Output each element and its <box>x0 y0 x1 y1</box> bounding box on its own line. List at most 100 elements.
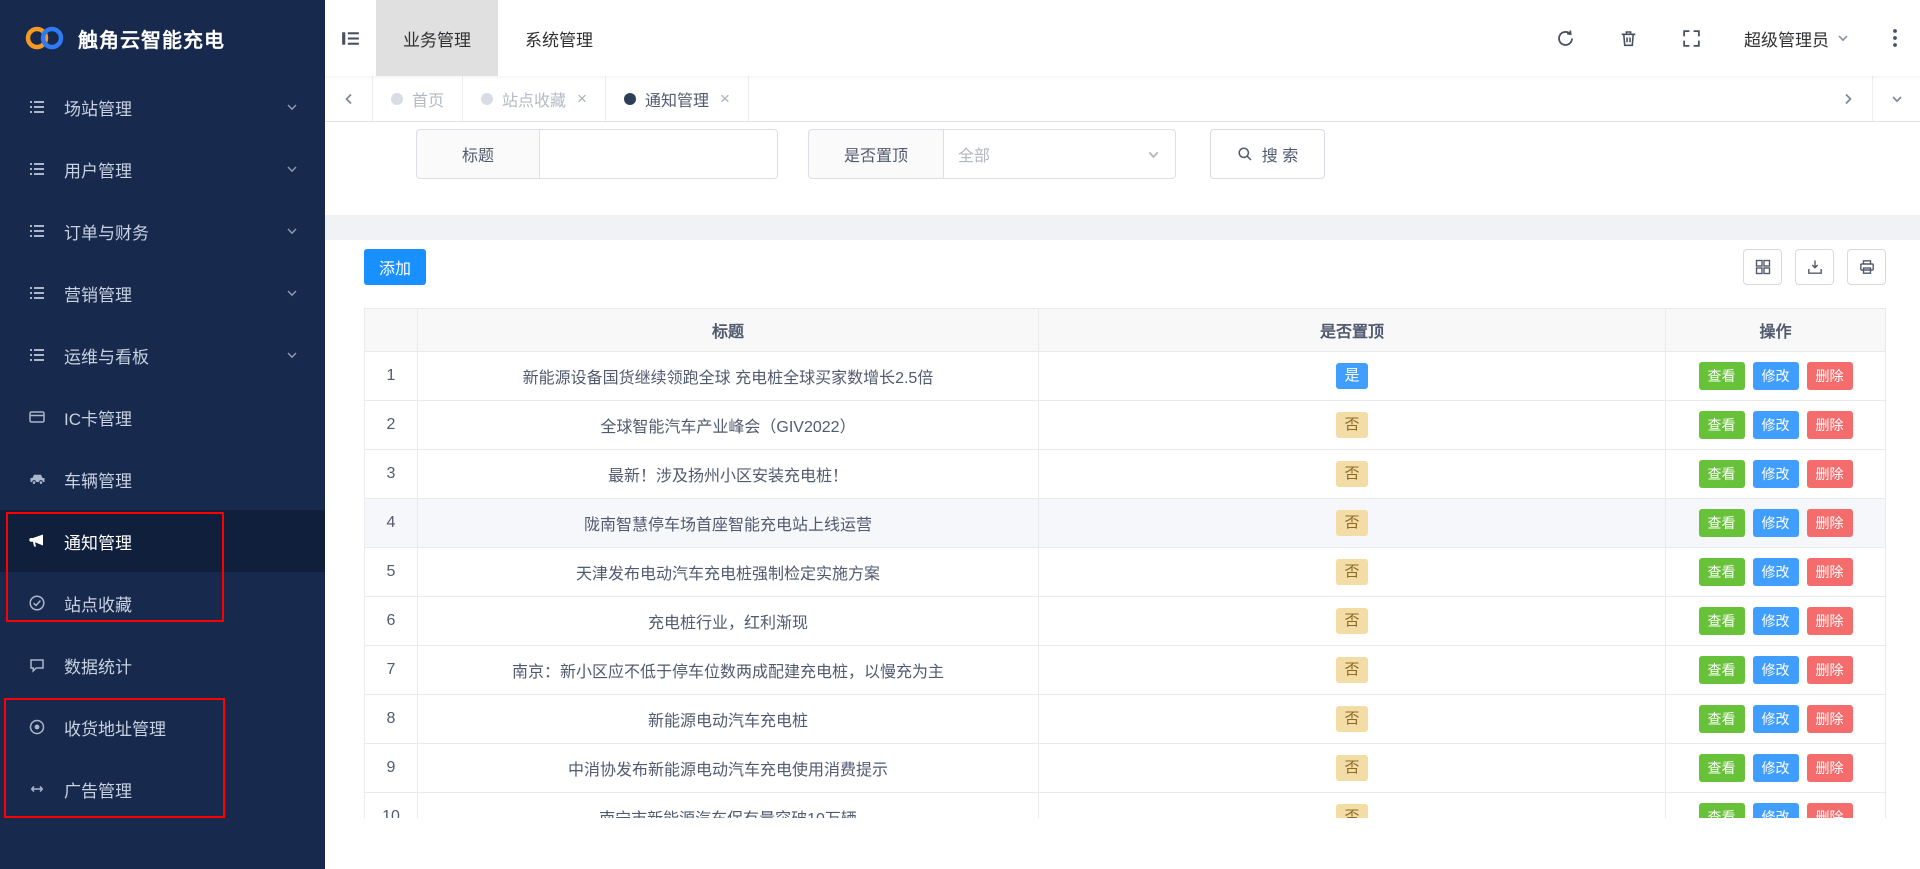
filter-bar: 标题 是否置顶 全部 搜 索 <box>325 122 1920 215</box>
row-index: 2 <box>364 400 418 450</box>
top-tab-business[interactable]: 业务管理 <box>376 0 498 76</box>
app-title: 触角云智能充电 <box>78 29 225 52</box>
edit-button[interactable]: 修改 <box>1752 803 1799 818</box>
search-button[interactable]: 搜 索 <box>1210 129 1325 179</box>
user-menu[interactable]: 超级管理员 <box>1744 26 1850 51</box>
view-button[interactable]: 查看 <box>1698 754 1745 782</box>
sidebar-item-marketing[interactable]: 营销管理 <box>0 262 325 324</box>
row-title: 陇南智慧停车场首座智能充电站上线运营 <box>417 498 1039 548</box>
delete-button[interactable]: 删除 <box>1806 460 1853 488</box>
sidebar-item-addresses[interactable]: 收货地址管理 <box>0 696 325 758</box>
delete-button[interactable]: 删除 <box>1806 705 1853 733</box>
row-index: 1 <box>364 351 418 401</box>
edit-button[interactable]: 修改 <box>1752 607 1799 635</box>
row-pinned-cell: 否 <box>1038 498 1666 548</box>
route-tab-bar: 首页 站点收藏 × 通知管理 × <box>325 76 1920 122</box>
sidebar-item-vehicles[interactable]: 车辆管理 <box>0 448 325 510</box>
comment-icon <box>28 656 50 674</box>
title-filter-input[interactable] <box>539 129 778 179</box>
edit-button[interactable]: 修改 <box>1752 411 1799 439</box>
check-circle-icon <box>28 594 50 612</box>
sidebar-item-stations[interactable]: 场站管理 <box>0 76 325 138</box>
list-icon <box>28 98 50 116</box>
edit-button[interactable]: 修改 <box>1752 754 1799 782</box>
column-settings-button[interactable] <box>1743 249 1782 285</box>
row-pinned-cell: 否 <box>1038 743 1666 793</box>
edit-button[interactable]: 修改 <box>1752 362 1799 390</box>
view-button[interactable]: 查看 <box>1698 509 1745 537</box>
row-index: 6 <box>364 596 418 646</box>
delete-button[interactable]: 删除 <box>1806 656 1853 684</box>
row-actions: 查看 修改 删除 <box>1665 547 1886 597</box>
delete-button[interactable]: 删除 <box>1806 803 1853 818</box>
edit-button[interactable]: 修改 <box>1752 509 1799 537</box>
sidebar-item-notices[interactable]: 通知管理 <box>0 510 325 572</box>
arrows-icon <box>28 780 50 798</box>
view-button[interactable]: 查看 <box>1698 705 1745 733</box>
route-tab-home[interactable]: 首页 <box>373 76 464 121</box>
title-filter-label: 标题 <box>416 129 539 179</box>
edit-button[interactable]: 修改 <box>1752 656 1799 684</box>
tabs-menu-icon[interactable] <box>1872 76 1920 121</box>
close-icon[interactable]: × <box>720 89 730 109</box>
sidebar-item-stats[interactable]: 数据统计 <box>0 634 325 696</box>
row-title: 天津发布电动汽车充电桩强制检定实施方案 <box>417 547 1039 597</box>
car-icon <box>28 470 50 488</box>
table-row: 2 全球智能汽车产业峰会（GIV2022） 否 查看 修改 删除 <box>364 400 1886 450</box>
delete-button[interactable]: 删除 <box>1806 509 1853 537</box>
sidebar-item-ops[interactable]: 运维与看板 <box>0 324 325 386</box>
top-nav-tabs: 业务管理 系统管理 <box>376 0 620 76</box>
sidebar-item-ads[interactable]: 广告管理 <box>0 758 325 820</box>
row-pinned-cell: 否 <box>1038 694 1666 744</box>
table-row: 7 南京：新小区应不低于停车位数两成配建充电桩，以慢充为主 否 查看 修改 删除 <box>364 645 1886 695</box>
add-button[interactable]: 添加 <box>364 249 427 285</box>
close-icon[interactable]: × <box>577 89 587 109</box>
delete-button[interactable]: 删除 <box>1806 362 1853 390</box>
row-actions: 查看 修改 删除 <box>1665 645 1886 695</box>
edit-button[interactable]: 修改 <box>1752 558 1799 586</box>
view-button[interactable]: 查看 <box>1698 607 1745 635</box>
row-index: 7 <box>364 645 418 695</box>
view-button[interactable]: 查看 <box>1698 411 1745 439</box>
delete-button[interactable]: 删除 <box>1806 754 1853 782</box>
sidebar-item-users[interactable]: 用户管理 <box>0 138 325 200</box>
view-button[interactable]: 查看 <box>1698 362 1745 390</box>
row-actions: 查看 修改 删除 <box>1665 400 1886 450</box>
trash-icon[interactable] <box>1618 28 1639 49</box>
more-icon[interactable] <box>1892 27 1898 49</box>
row-title: 全球智能汽车产业峰会（GIV2022） <box>417 400 1039 450</box>
fullscreen-icon[interactable] <box>1681 28 1702 49</box>
collapse-sidebar-icon[interactable] <box>339 27 362 50</box>
sidebar-item-label: 营销管理 <box>64 285 132 305</box>
view-button[interactable]: 查看 <box>1698 803 1745 818</box>
sidebar-item-ic-cards[interactable]: IC卡管理 <box>0 386 325 448</box>
header-pinned: 是否置顶 <box>1038 308 1666 352</box>
row-actions: 查看 修改 删除 <box>1665 449 1886 499</box>
route-tab-favorites[interactable]: 站点收藏 × <box>463 76 606 121</box>
row-actions: 查看 修改 删除 <box>1665 694 1886 744</box>
delete-button[interactable]: 删除 <box>1806 411 1853 439</box>
pinned-filter-select[interactable]: 全部 <box>943 129 1176 179</box>
delete-button[interactable]: 删除 <box>1806 558 1853 586</box>
sidebar-item-favorites[interactable]: 站点收藏 <box>0 572 325 634</box>
view-button[interactable]: 查看 <box>1698 656 1745 684</box>
row-index: 8 <box>364 694 418 744</box>
row-title: 最新！涉及扬州小区安装充电桩！ <box>417 449 1039 499</box>
top-tab-system[interactable]: 系统管理 <box>498 0 620 76</box>
tabs-scroll-left-icon[interactable] <box>325 76 373 121</box>
delete-button[interactable]: 删除 <box>1806 607 1853 635</box>
app-root: 触角云智能充电 场站管理 用户管理 订单与财务 营销管理 运维与看板 IC卡管理 车辆管理通… <box>0 0 1920 869</box>
print-button[interactable] <box>1847 249 1886 285</box>
table-card: 添加 标题 是否置顶 操作 1 新能源设备国货继续领跑全球 充电桩全球买家数增长… <box>325 240 1920 869</box>
sidebar-item-orders[interactable]: 订单与财务 <box>0 200 325 262</box>
view-button[interactable]: 查看 <box>1698 558 1745 586</box>
tabs-scroll-right-icon[interactable] <box>1824 76 1872 121</box>
edit-button[interactable]: 修改 <box>1752 460 1799 488</box>
route-tab-notices[interactable]: 通知管理 × <box>606 76 749 121</box>
search-button-label: 搜 索 <box>1261 148 1299 165</box>
route-tab-label: 站点收藏 <box>502 92 567 110</box>
refresh-icon[interactable] <box>1555 28 1576 49</box>
export-button[interactable] <box>1795 249 1834 285</box>
view-button[interactable]: 查看 <box>1698 460 1745 488</box>
edit-button[interactable]: 修改 <box>1752 705 1799 733</box>
